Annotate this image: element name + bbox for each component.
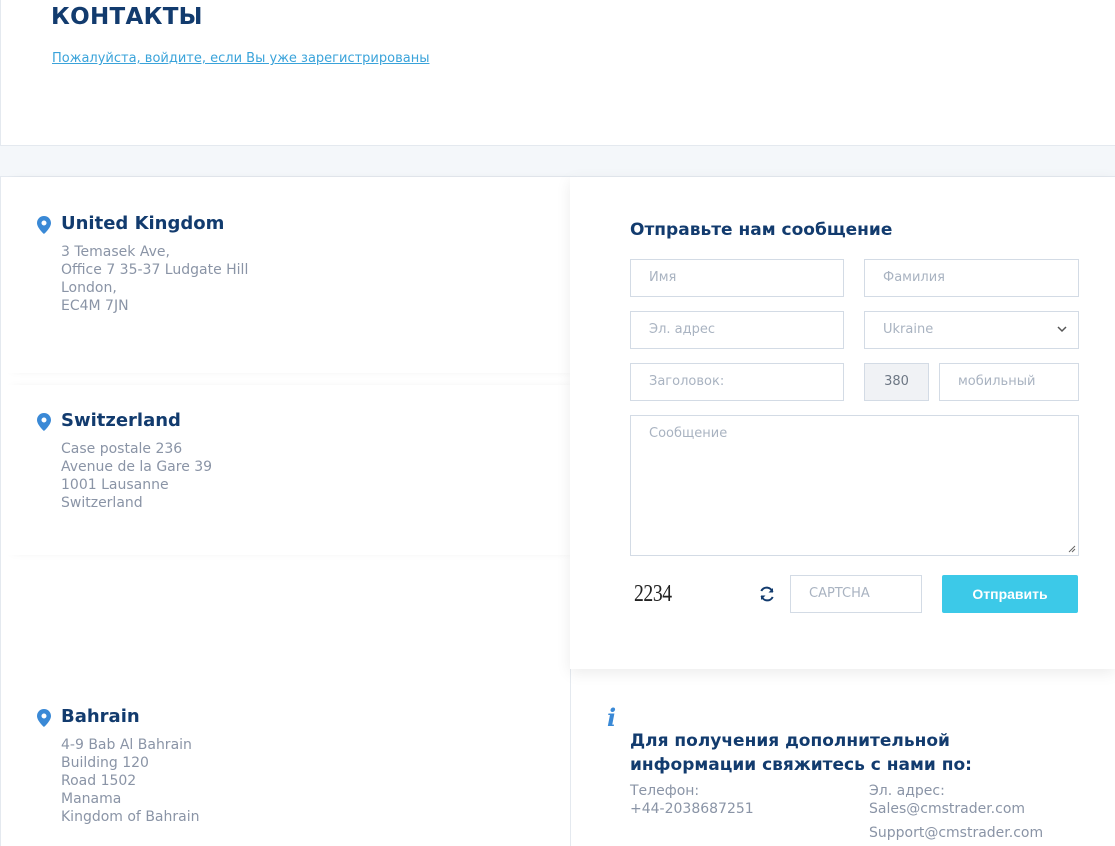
address-line: 3 Temasek Ave, [61, 244, 170, 260]
login-link[interactable]: Пожалуйста, войдите, если Вы уже зарегис… [52, 51, 429, 66]
country-select-value: Ukraine [883, 322, 934, 337]
phone-label: Телефон: [630, 783, 700, 799]
address-line: Road 1502 [61, 773, 137, 789]
address-line: London, [61, 280, 117, 296]
form-title: Отправьте нам сообщение [630, 220, 893, 240]
resize-handle-icon[interactable] [1066, 543, 1076, 553]
divider [570, 669, 571, 846]
map-pin-icon [37, 413, 51, 431]
office-country: Switzerland [61, 410, 181, 431]
email-sales-link[interactable]: Sales@cmstrader.com [869, 801, 1025, 817]
send-button[interactable]: Отправить [942, 575, 1078, 613]
address-line: Office 7 35-37 Ludgate Hill [61, 262, 249, 278]
address-line: Avenue de la Gare 39 [61, 459, 213, 475]
office-address: 3 Temasek Ave, Office 7 35-37 Ludgate Hi… [61, 243, 248, 315]
email-label: Эл. адрес: [869, 783, 945, 799]
address-line: Building 120 [61, 755, 149, 771]
mobile-input[interactable]: мобильный [939, 363, 1079, 401]
address-line: Switzerland [61, 495, 143, 511]
phone-code: 380 [864, 363, 929, 401]
map-pin-icon [37, 709, 51, 727]
page-header: КОНТАКТЫ Пожалуйста, войдите, если Вы уж… [0, 0, 1115, 146]
contact-form: Отправьте нам сообщение Имя Фамилия Эл. … [570, 177, 1115, 669]
chevron-down-icon [1057, 326, 1067, 333]
country-select[interactable]: Ukraine [864, 311, 1079, 349]
message-placeholder: Сообщение [649, 426, 728, 441]
captcha-input[interactable]: CAPTCHA [790, 575, 922, 613]
offices-column: United Kingdom 3 Temasek Ave, Office 7 3… [0, 177, 572, 846]
first-name-input[interactable]: Имя [630, 259, 844, 297]
email-support-link[interactable]: Support@cmstrader.com [869, 825, 1043, 841]
office-country: United Kingdom [61, 213, 225, 234]
address-line: 1001 Lausanne [61, 477, 169, 493]
refresh-icon[interactable] [758, 585, 776, 603]
phone-value[interactable]: +44-2038687251 [630, 801, 754, 817]
map-pin-icon [37, 216, 51, 234]
email-input[interactable]: Эл. адрес [630, 311, 844, 349]
message-textarea[interactable]: Сообщение [630, 415, 1079, 556]
captcha-image: 2234 [634, 581, 672, 607]
page-title: КОНТАКТЫ [51, 4, 203, 30]
address-line: Kingdom of Bahrain [61, 809, 200, 825]
address-line: Manama [61, 791, 122, 807]
office-address: 4-9 Bab Al Bahrain Building 120 Road 150… [61, 736, 199, 826]
address-line: 4-9 Bab Al Bahrain [61, 737, 192, 753]
section-band [0, 146, 1115, 177]
address-line: EC4M 7JN [61, 298, 129, 314]
office-country: Bahrain [61, 706, 140, 727]
subject-input[interactable]: Заголовок: [630, 363, 844, 401]
address-line: Case postale 236 [61, 441, 183, 457]
last-name-input[interactable]: Фамилия [864, 259, 1079, 297]
info-title: Для получения дополнительной информации … [630, 731, 972, 775]
info-icon: i [607, 703, 617, 732]
office-address: Case postale 236 Avenue de la Gare 39 10… [61, 440, 212, 512]
